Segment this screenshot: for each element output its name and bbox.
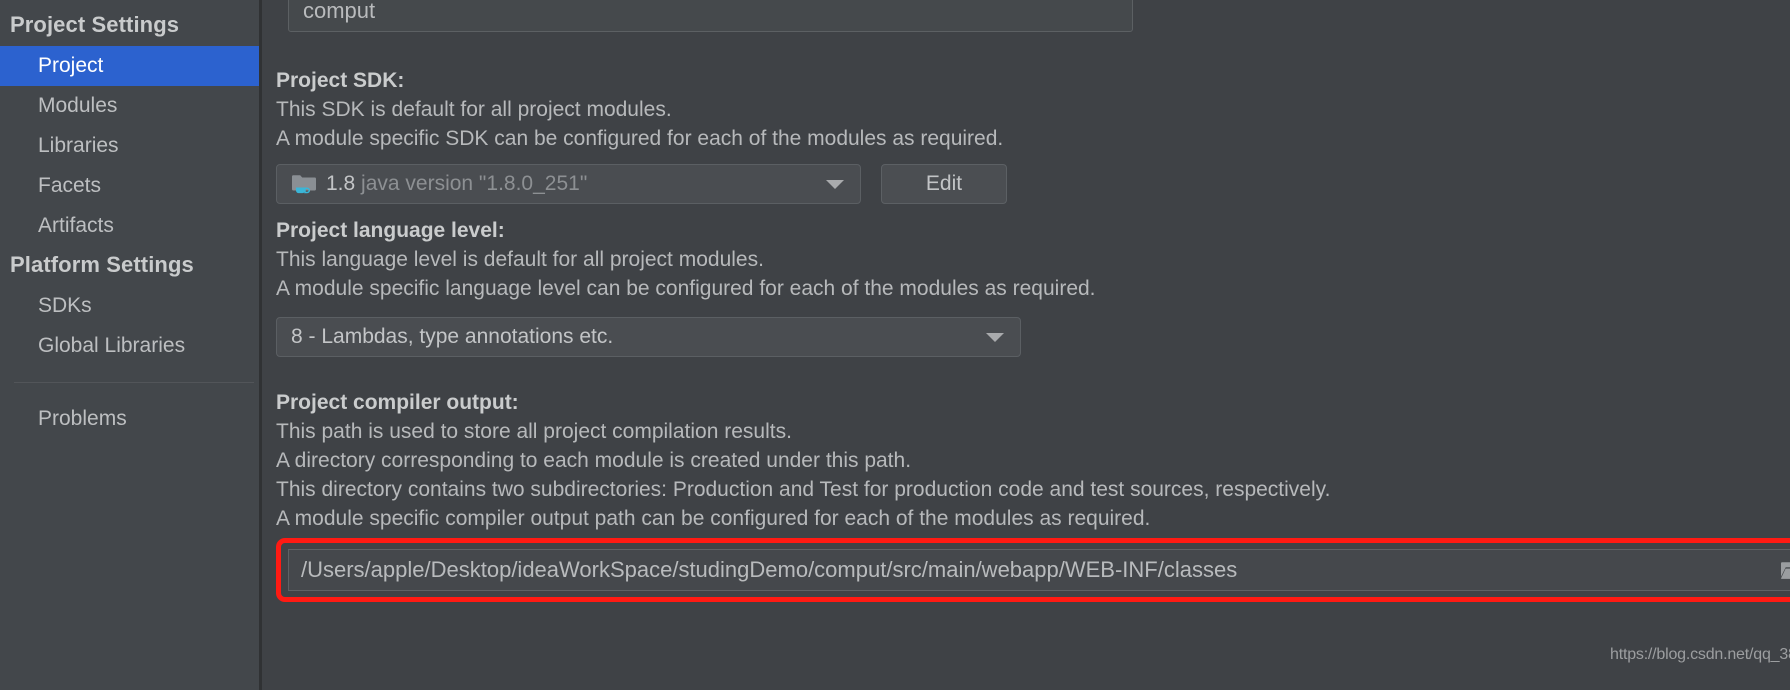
project-compiler-output-section: Project compiler output: This path is us… (276, 388, 1790, 533)
project-language-level-desc-line-1: This language level is default for all p… (276, 248, 764, 271)
sidebar-item-label: Problems (38, 407, 127, 430)
search-input-value: comput (303, 0, 376, 23)
sidebar-item-global-libraries[interactable]: Global Libraries (0, 326, 262, 366)
sidebar-item-label: Facets (38, 174, 102, 197)
folder-open-icon[interactable] (1780, 559, 1790, 582)
project-compiler-output-desc-line-4: A module specific compiler output path c… (276, 507, 1151, 530)
project-sdk-title: Project SDK: (276, 69, 405, 92)
settings-sidebar: Project Settings Project Modules Librari… (0, 0, 262, 690)
project-language-level-title: Project language level: (276, 219, 505, 242)
project-language-level-combo-value: 8 - Lambdas, type annotations etc. (291, 325, 614, 348)
project-compiler-output-desc-line-3: This directory contains two subdirectori… (276, 478, 1331, 501)
project-language-level-section: Project language level: This language le… (276, 216, 1790, 303)
compiler-output-path-input[interactable]: /Users/apple/Desktop/ideaWorkSpace/studi… (288, 549, 1790, 591)
sdk-folder-java-icon (291, 173, 317, 195)
sidebar-item-project[interactable]: Project (0, 46, 262, 86)
sidebar-item-label: Global Libraries (38, 334, 186, 357)
sidebar-item-libraries[interactable]: Libraries (0, 126, 262, 166)
sidebar-item-label: Libraries (38, 134, 119, 157)
sidebar-item-label: Modules (38, 94, 118, 117)
project-language-level-desc-line-2: A module specific language level can be … (276, 277, 1096, 300)
project-sdk-name: 1.8 (326, 172, 356, 195)
chevron-down-icon (826, 180, 844, 189)
compiler-output-path-value: /Users/apple/Desktop/ideaWorkSpace/studi… (301, 557, 1238, 582)
chevron-down-icon (986, 333, 1004, 342)
project-sdk-row: 1.8 java version "1.8.0_251" Edit (276, 164, 1007, 204)
settings-content-panel: comput Project SDK: This SDK is default … (262, 0, 1790, 690)
compiler-output-path-row: /Users/apple/Desktop/ideaWorkSpace/studi… (276, 538, 1790, 606)
project-language-level-combo[interactable]: 8 - Lambdas, type annotations etc. (276, 317, 1021, 357)
project-sdk-combo[interactable]: 1.8 java version "1.8.0_251" (276, 164, 861, 204)
sidebar-group-title-project-settings: Project Settings (10, 12, 180, 37)
sidebar-item-modules[interactable]: Modules (0, 86, 262, 126)
sidebar-item-artifacts[interactable]: Artifacts (0, 206, 262, 246)
settings-window: Project Settings Project Modules Librari… (0, 0, 1790, 690)
project-sdk-desc-line-2: A module specific SDK can be configured … (276, 127, 1004, 150)
project-sdk-combo-value: 1.8 java version "1.8.0_251" (326, 172, 587, 196)
sidebar-item-problems[interactable]: Problems (0, 399, 262, 439)
sidebar-item-label: Artifacts (38, 214, 114, 237)
edit-sdk-button-label: Edit (925, 172, 963, 195)
project-sdk-section: Project SDK: This SDK is default for all… (276, 66, 1790, 153)
project-sdk-desc-line-1: This SDK is default for all project modu… (276, 98, 672, 121)
search-input[interactable]: comput (288, 0, 1133, 32)
project-compiler-output-title: Project compiler output: (276, 391, 519, 414)
project-sdk-detail: java version "1.8.0_251" (361, 172, 588, 195)
sidebar-item-sdks[interactable]: SDKs (0, 286, 262, 326)
project-compiler-output-desc-line-2: A directory corresponding to each module… (276, 449, 912, 472)
project-compiler-output-desc-line-1: This path is used to store all project c… (276, 420, 792, 443)
sidebar-separator (14, 382, 254, 383)
sidebar-item-label: SDKs (38, 294, 92, 317)
watermark-text: https://blog.csdn.net/qq_38922932 (1610, 646, 1790, 663)
sidebar-item-facets[interactable]: Facets (0, 166, 262, 206)
edit-sdk-button[interactable]: Edit (881, 164, 1007, 204)
sidebar-group-title-platform-settings: Platform Settings (10, 252, 194, 277)
sidebar-item-label: Project (38, 54, 104, 77)
